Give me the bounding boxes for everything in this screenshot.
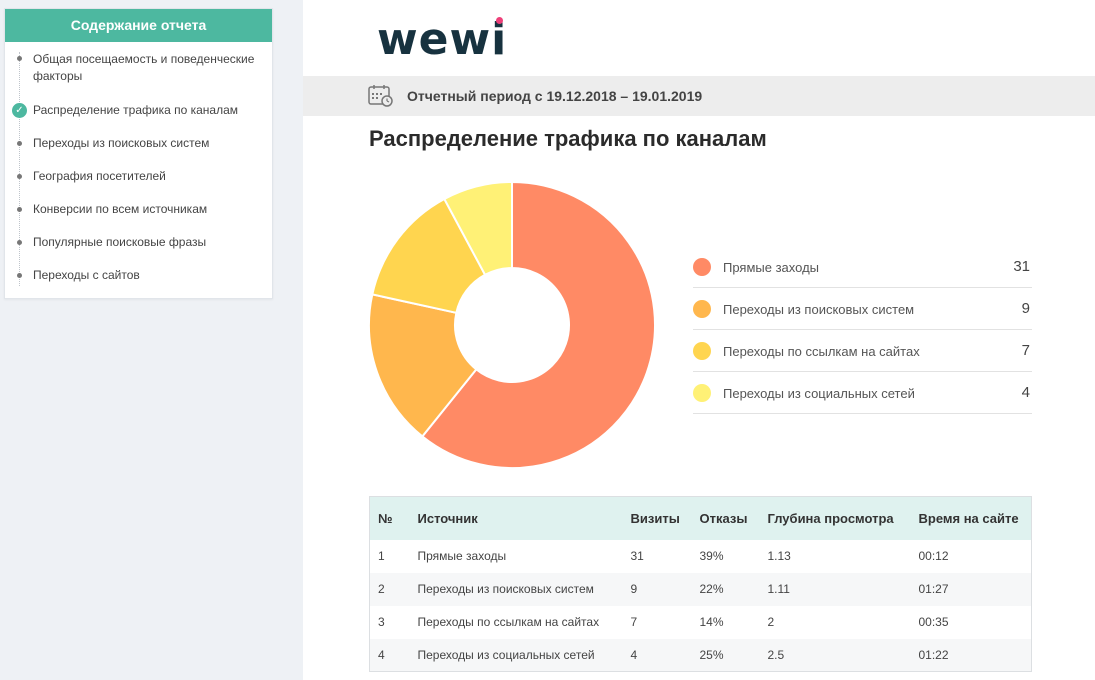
table-cell: 3 (378, 615, 385, 629)
calendar-icon (368, 85, 393, 107)
check-icon: ✓ (12, 103, 27, 118)
table-row: 4 Переходы из социальных сетей 4 25% 2.5… (369, 638, 1032, 672)
column-header: Глубина просмотра (767, 510, 894, 526)
table-row: 3 Переходы по ссылкам на сайтах 7 14% 2 … (370, 606, 1032, 639)
table-cell: 00:35 (918, 615, 949, 629)
column-header: Источник (417, 510, 478, 526)
legend-item: Прямые заходы 31 (693, 246, 1032, 288)
traffic-table: № Источник Визиты Отказы Глубина просмот… (369, 496, 1032, 672)
legend-item: Переходы из социальных сетей 4 (693, 372, 1032, 414)
legend-label: Переходы из социальных сетей (723, 386, 915, 401)
table-cell: Переходы из поисковых систем (417, 582, 594, 596)
table-cell: 14% (699, 615, 724, 629)
chart-legend: Прямые заходы 31 Переходы из поисковых с… (693, 246, 1032, 414)
table-cell: 4 (630, 647, 638, 662)
bullet-icon (17, 207, 22, 212)
legend-label: Переходы по ссылкам на сайтах (723, 344, 920, 359)
toc-item-search-phrases[interactable]: Популярные поисковые фразы (5, 226, 272, 259)
toc-item-label: Переходы из поисковых систем (33, 136, 210, 150)
table-cell: Переходы из социальных сетей (417, 647, 595, 662)
traffic-donut-chart (368, 180, 656, 469)
table-cell: 39% (699, 549, 724, 563)
table-cell: 1.11 (767, 582, 790, 596)
table-header-row: № Источник Визиты Отказы Глубина просмот… (369, 496, 1032, 540)
table-row: 2 Переходы из поисковых систем 9 22% 1.1… (369, 572, 1032, 606)
table-cell: 25% (699, 647, 724, 662)
legend-label: Прямые заходы (723, 260, 820, 275)
legend-value: 31 (1013, 258, 1030, 275)
legend-item: Переходы по ссылкам на сайтах 7 (693, 330, 1032, 372)
legend-value: 9 (1021, 300, 1030, 317)
legend-item: Переходы из поисковых систем 9 (693, 288, 1032, 330)
logo: wewi (377, 14, 508, 65)
table-cell: 1 (378, 549, 385, 563)
toc-item-label: Общая посещаемость и поведенческие факто… (33, 52, 255, 83)
table-cell: 2 (767, 615, 775, 629)
toc-item-traffic-channels[interactable]: ✓ Распределение трафика по каналам (5, 94, 272, 127)
sidebar-title: Содержание отчета (5, 9, 272, 42)
bullet-icon (17, 240, 22, 245)
table-row: 1 Прямые заходы 31 39% 1.13 00:12 (370, 540, 1032, 573)
table-cell: 7 (630, 615, 638, 629)
toc-list: Общая посещаемость и поведенческие факто… (5, 42, 272, 298)
table-cell: 00:12 (918, 549, 949, 563)
legend-swatch (693, 384, 711, 402)
legend-value: 4 (1021, 384, 1030, 401)
logo-dot (496, 17, 503, 24)
toc-item-overall-traffic[interactable]: Общая посещаемость и поведенческие факто… (5, 50, 272, 94)
legend-value: 7 (1021, 342, 1030, 359)
legend-swatch (693, 342, 711, 360)
table-cell: Прямые заходы (417, 549, 507, 563)
table-cell: 9 (630, 582, 638, 596)
report-period: Отчетный период с 19.12.2018 – 19.01.201… (407, 88, 703, 104)
table-cell: 1.13 (767, 549, 791, 563)
toc-item-label: Конверсии по всем источникам (33, 202, 208, 216)
bullet-icon (17, 174, 22, 179)
toc-item-label: Популярные поисковые фразы (33, 235, 207, 249)
table-cell: 22% (699, 582, 724, 596)
toc-item-search-engines[interactable]: Переходы из поисковых систем (5, 127, 272, 160)
toc-item-label: География посетителей (33, 169, 166, 183)
legend-swatch (693, 300, 711, 318)
column-header: Время на сайте (918, 510, 1019, 526)
toc-item-label: Распределение трафика по каналам (33, 103, 239, 117)
column-header: Визиты (630, 510, 680, 526)
bullet-icon (17, 56, 22, 61)
bullet-icon (17, 141, 22, 146)
table-cell: Переходы по ссылкам на сайтах (417, 615, 600, 629)
legend-label: Переходы из поисковых систем (723, 302, 915, 317)
table-cell: 2.5 (767, 647, 785, 662)
table-cell: 31 (630, 549, 644, 563)
table-cell: 4 (378, 647, 385, 662)
toc-item-geography[interactable]: География посетителей (5, 160, 272, 193)
table-cell: 01:27 (918, 582, 949, 596)
page-title: Распределение трафика по каналам (369, 126, 767, 151)
toc-item-conversions[interactable]: Конверсии по всем источникам (5, 193, 272, 226)
bullet-icon (17, 273, 22, 278)
table-cell: 01:22 (918, 647, 949, 662)
column-header: Отказы (699, 510, 748, 526)
legend-swatch (693, 258, 711, 276)
toc-item-label: Переходы с сайтов (33, 268, 140, 282)
report-page: wewi Отчетный период с 19.12.2018 – 19.0… (303, 0, 1095, 680)
table-cell: 2 (378, 582, 385, 596)
column-header: № (378, 510, 393, 526)
toc-item-referral-sites[interactable]: Переходы с сайтов (5, 259, 272, 292)
period-bar: Отчетный период с 19.12.2018 – 19.01.201… (303, 76, 1095, 116)
table-of-contents: Содержание отчета Общая посещаемость и п… (4, 8, 273, 299)
